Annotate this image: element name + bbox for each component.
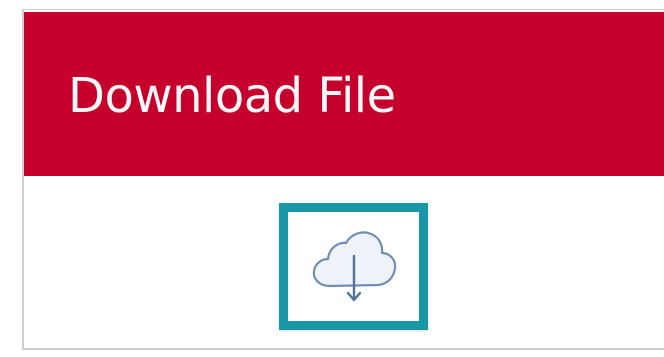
download-header-bar: Download File xyxy=(24,12,664,176)
download-file-title: Download File xyxy=(68,68,396,124)
frame-bottom-border xyxy=(22,348,664,350)
download-button[interactable] xyxy=(279,203,428,330)
frame-top-border xyxy=(22,9,664,10)
cloud-download-icon xyxy=(312,230,396,301)
